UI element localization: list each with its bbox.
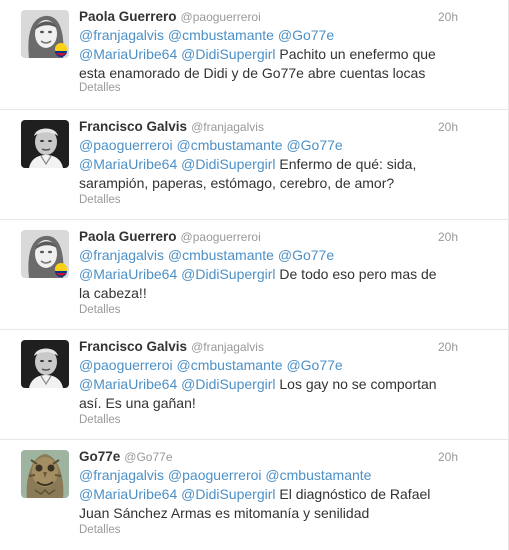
tweet-timestamp[interactable]: 20h bbox=[438, 338, 458, 356]
author-name[interactable]: Paola Guerrero bbox=[79, 9, 177, 24]
mention-link[interactable]: @DidiSupergirl bbox=[181, 46, 275, 62]
tweet-item[interactable]: Go77e @Go77e 20h @franjagalvis @paoguerre… bbox=[0, 440, 508, 550]
tweet-timestamp[interactable]: 20h bbox=[438, 448, 458, 466]
tweet-text: @franjagalvis @cmbustamante @Go77e @Mari… bbox=[79, 26, 451, 83]
mention-link[interactable]: @Go77e bbox=[278, 247, 334, 263]
tweet-text: @franjagalvis @paoguerreroi @cmbustamant… bbox=[79, 466, 451, 523]
mention-link[interactable]: @cmbustamante bbox=[177, 137, 283, 153]
mention-link[interactable]: @Go77e bbox=[286, 357, 342, 373]
details-link[interactable]: Detalles bbox=[79, 304, 121, 316]
author-name[interactable]: Francisco Galvis bbox=[79, 119, 187, 134]
mention-link[interactable]: @cmbustamante bbox=[177, 357, 283, 373]
tweet-header: Paola Guerrero @paoguerreroi bbox=[79, 8, 458, 26]
tweet-header: Go77e @Go77e bbox=[79, 448, 458, 466]
tweet-text: @paoguerreroi @cmbustamante @Go77e @Mari… bbox=[79, 356, 451, 413]
author-name[interactable]: Go77e bbox=[79, 449, 120, 464]
details-link[interactable]: Detalles bbox=[79, 414, 121, 426]
man-grayscale-avatar bbox=[21, 120, 69, 168]
details-link[interactable]: Detalles bbox=[79, 524, 121, 536]
mention-link[interactable]: @DidiSupergirl bbox=[181, 486, 275, 502]
tweet-header: Francisco Galvis @franjagalvis bbox=[79, 338, 458, 356]
author-handle[interactable]: @Go77e bbox=[124, 450, 172, 464]
author-name[interactable]: Francisco Galvis bbox=[79, 339, 187, 354]
mention-link[interactable]: @MariaUribe64 bbox=[79, 376, 177, 392]
tweet-header: Paola Guerrero @paoguerreroi bbox=[79, 228, 458, 246]
mention-link[interactable]: @cmbustamante bbox=[168, 27, 274, 43]
tweet-text: @paoguerreroi @cmbustamante @Go77e @Mari… bbox=[79, 136, 451, 193]
tweet-item[interactable]: Paola Guerrero @paoguerreroi 20h @franjag… bbox=[0, 0, 508, 110]
woman-with-colombian-flag-avatar bbox=[21, 10, 69, 58]
details-link[interactable]: Detalles bbox=[79, 194, 121, 206]
details-link[interactable]: Detalles bbox=[79, 82, 121, 94]
woman-with-colombian-flag-avatar bbox=[21, 230, 69, 278]
mention-link[interactable]: @cmbustamante bbox=[265, 467, 371, 483]
mention-link[interactable]: @Go77e bbox=[286, 137, 342, 153]
author-name[interactable]: Paola Guerrero bbox=[79, 229, 177, 244]
stone-sculpture-face-avatar bbox=[21, 450, 69, 498]
tweet-text: @franjagalvis @cmbustamante @Go77e @Mari… bbox=[79, 246, 451, 303]
avatar[interactable] bbox=[21, 10, 69, 58]
mention-link[interactable]: @paoguerreroi bbox=[168, 467, 262, 483]
avatar[interactable] bbox=[21, 120, 69, 168]
mention-link[interactable]: @MariaUribe64 bbox=[79, 266, 177, 282]
author-handle[interactable]: @paoguerreroi bbox=[181, 10, 261, 24]
mention-link[interactable]: @paoguerreroi bbox=[79, 357, 173, 373]
mention-link[interactable]: @DidiSupergirl bbox=[181, 376, 275, 392]
avatar[interactable] bbox=[21, 230, 69, 278]
mention-link[interactable]: @MariaUribe64 bbox=[79, 46, 177, 62]
mention-link[interactable]: @DidiSupergirl bbox=[181, 156, 275, 172]
author-handle[interactable]: @paoguerreroi bbox=[181, 230, 261, 244]
tweet-timestamp[interactable]: 20h bbox=[438, 118, 458, 136]
man-grayscale-avatar bbox=[21, 340, 69, 388]
mention-link[interactable]: @franjagalvis bbox=[79, 247, 164, 263]
mention-link[interactable]: @Go77e bbox=[278, 27, 334, 43]
tweet-timeline: Paola Guerrero @paoguerreroi 20h @franjag… bbox=[0, 0, 509, 550]
author-handle[interactable]: @franjagalvis bbox=[191, 120, 264, 134]
tweet-item[interactable]: Paola Guerrero @paoguerreroi 20h @franjag… bbox=[0, 220, 508, 330]
mention-link[interactable]: @MariaUribe64 bbox=[79, 156, 177, 172]
tweet-timestamp[interactable]: 20h bbox=[438, 228, 458, 246]
avatar[interactable] bbox=[21, 340, 69, 388]
mention-link[interactable]: @franjagalvis bbox=[79, 467, 164, 483]
tweet-item[interactable]: Francisco Galvis @franjagalvis 20h @paogu… bbox=[0, 330, 508, 440]
tweet-header: Francisco Galvis @franjagalvis bbox=[79, 118, 458, 136]
mention-link[interactable]: @paoguerreroi bbox=[79, 137, 173, 153]
mention-link[interactable]: @MariaUribe64 bbox=[79, 486, 177, 502]
tweet-timestamp[interactable]: 20h bbox=[438, 8, 458, 26]
avatar[interactable] bbox=[21, 450, 69, 498]
author-handle[interactable]: @franjagalvis bbox=[191, 340, 264, 354]
mention-link[interactable]: @DidiSupergirl bbox=[181, 266, 275, 282]
mention-link[interactable]: @franjagalvis bbox=[79, 27, 164, 43]
tweet-item[interactable]: Francisco Galvis @franjagalvis 20h @paogu… bbox=[0, 110, 508, 220]
mention-link[interactable]: @cmbustamante bbox=[168, 247, 274, 263]
